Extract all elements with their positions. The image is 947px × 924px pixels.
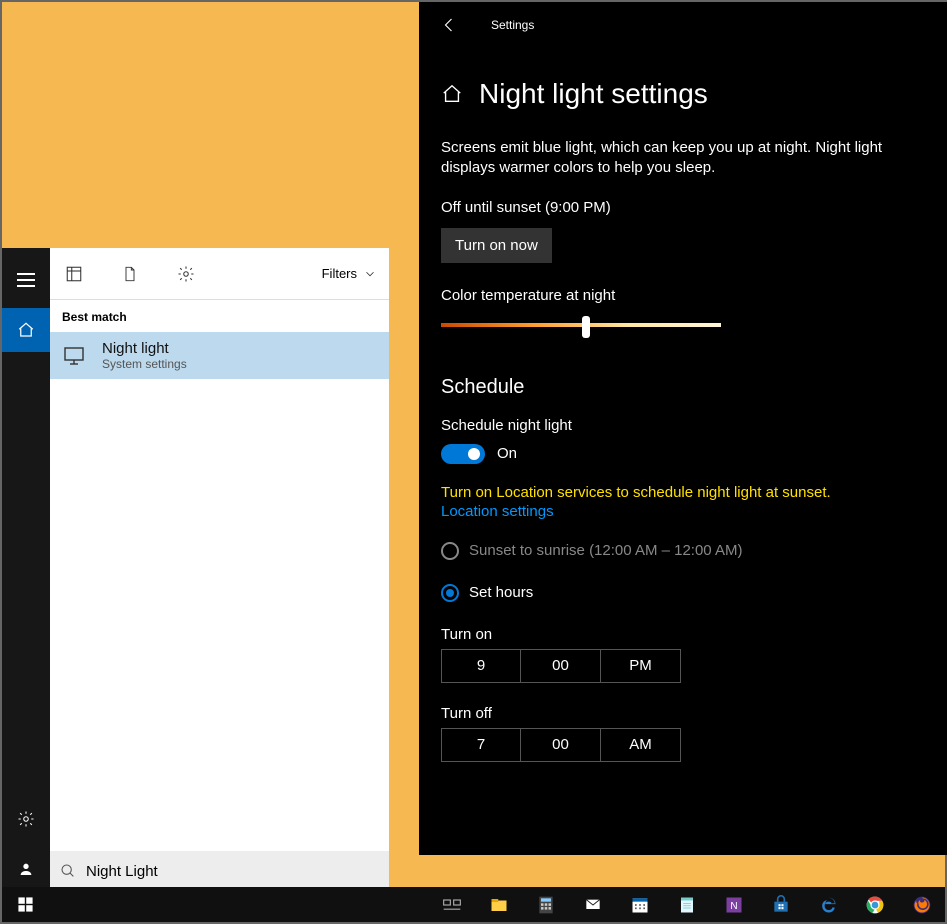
search-icon [60,863,76,879]
schedule-toggle-state: On [497,445,517,462]
search-toolbar: Filters [50,248,389,300]
search-result-night-light[interactable]: Night light System settings [50,332,389,379]
color-temp-label: Color temperature at night [441,287,927,304]
start-search-panel: Filters Best match Night light System se… [50,248,389,891]
taskbar-store[interactable] [757,887,804,922]
radio-sunset[interactable] [441,542,459,560]
night-light-status: Off until sunset (9:00 PM) [441,199,927,216]
taskbar-chrome[interactable] [851,887,898,922]
schedule-toggle[interactable] [441,444,485,464]
search-input-row [50,851,389,891]
monitor-icon [60,344,88,368]
start-button[interactable] [2,887,49,922]
rail-settings-button[interactable] [2,797,50,841]
page-title-row: Night light settings [441,78,927,110]
turn-on-label: Turn on [441,626,927,643]
filters-label: Filters [322,266,357,281]
taskbar-onenote[interactable]: N [710,887,757,922]
result-subtitle: System settings [102,357,187,371]
taskbar-calculator[interactable] [522,887,569,922]
radio-sunset-row: Sunset to sunrise (12:00 AM – 12:00 AM) [441,542,927,560]
settings-header: Settings [419,2,947,48]
best-match-label: Best match [50,300,389,332]
taskbar-notepad[interactable] [663,887,710,922]
turn-on-minute[interactable]: 00 [521,649,601,683]
turn-off-ampm[interactable]: AM [601,728,681,762]
turn-on-hour[interactable]: 9 [441,649,521,683]
settings-window: Settings Night light settings Screens em… [419,2,947,855]
turn-off-minute[interactable]: 00 [521,728,601,762]
back-button[interactable] [441,16,461,34]
turn-on-time: 9 00 PM [441,649,927,683]
radio-set-hours-label: Set hours [469,584,533,601]
rail-user-button[interactable] [2,847,50,891]
slider-track [441,323,721,327]
start-menu-rail [2,248,50,891]
radio-sethours-row: Set hours [441,584,927,602]
taskbar-edge[interactable] [804,887,851,922]
schedule-heading: Schedule [441,376,927,399]
settings-body: Night light settings Screens emit blue l… [419,48,947,800]
filters-dropdown[interactable]: Filters [322,266,377,281]
settings-filter-icon[interactable] [174,262,198,286]
radio-set-hours[interactable] [441,584,459,602]
taskbar-mail[interactable] [569,887,616,922]
result-title: Night light [102,340,187,357]
page-description: Screens emit blue light, which can keep … [441,138,901,179]
turn-off-time: 7 00 AM [441,728,927,762]
taskbar-firefox[interactable] [898,887,945,922]
search-input[interactable] [86,863,379,880]
slider-thumb[interactable] [582,316,590,338]
documents-filter-icon[interactable] [118,262,142,286]
radio-sunset-label: Sunset to sunrise (12:00 AM – 12:00 AM) [469,542,743,559]
turn-on-ampm[interactable]: PM [601,649,681,683]
hamburger-menu-button[interactable] [2,258,50,302]
turn-off-hour[interactable]: 7 [441,728,521,762]
svg-text:N: N [730,901,737,912]
apps-filter-icon[interactable] [62,262,86,286]
chevron-down-icon [363,267,377,281]
task-view-button[interactable] [429,887,476,922]
home-icon[interactable] [441,83,463,105]
schedule-toggle-label: Schedule night light [441,417,927,434]
page-title: Night light settings [479,78,708,110]
turn-off-label: Turn off [441,705,927,722]
turn-on-now-button[interactable]: Turn on now [441,228,552,263]
rail-home-button[interactable] [2,308,50,352]
taskbar-file-explorer[interactable] [475,887,522,922]
schedule-toggle-row: On [441,444,927,464]
taskbar-calendar[interactable] [616,887,663,922]
taskbar: N [2,887,945,922]
location-settings-link[interactable]: Location settings [441,503,554,520]
color-temp-slider[interactable] [441,314,721,336]
location-warning: Turn on Location services to schedule ni… [441,484,927,501]
settings-app-title: Settings [491,18,534,32]
